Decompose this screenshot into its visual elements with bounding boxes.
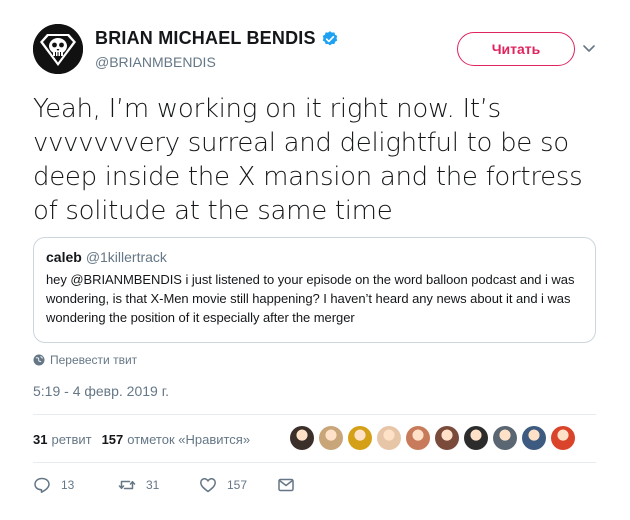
- quoted-author-handle: @1killertrack: [85, 249, 167, 265]
- quoted-tweet-header: caleb @1killertrack: [46, 248, 583, 266]
- likes-stat-count: 157: [101, 431, 124, 447]
- author-avatar[interactable]: [33, 24, 83, 74]
- liker-avatar[interactable]: [319, 426, 343, 450]
- retweet-count: 31: [146, 478, 160, 492]
- retweet-stat-count: 31: [33, 431, 48, 447]
- liker-avatar[interactable]: [464, 426, 488, 450]
- quoted-author-name: caleb: [46, 249, 82, 265]
- liker-avatar[interactable]: [377, 426, 401, 450]
- liker-avatar[interactable]: [406, 426, 430, 450]
- tweet-actions: 13 31 157: [33, 476, 333, 496]
- direct-message-action[interactable]: [277, 476, 305, 494]
- author-handle[interactable]: @BRIANMBENDIS: [95, 54, 216, 70]
- retweet-action[interactable]: 31: [118, 476, 159, 494]
- liker-avatar[interactable]: [435, 426, 459, 450]
- retweet-icon: [118, 480, 136, 490]
- likes-stat-label: отметок «Нравится»: [127, 431, 251, 447]
- tweet-stats: 31 ретвит 157 отметок «Нравится»: [33, 428, 260, 450]
- likes-stat[interactable]: 157 отметок «Нравится»: [102, 432, 251, 447]
- liker-avatar[interactable]: [290, 426, 314, 450]
- like-count: 157: [227, 478, 248, 492]
- heart-icon: [200, 478, 216, 493]
- liker-avatar[interactable]: [348, 426, 372, 450]
- author-name-row: BRIAN MICHAEL BENDIS: [95, 28, 339, 49]
- retweet-stat-label: ретвит: [51, 431, 92, 447]
- divider-top: [33, 414, 596, 415]
- reply-icon: [34, 477, 50, 493]
- follow-button[interactable]: Читать: [457, 32, 575, 66]
- globe-icon: [33, 354, 45, 366]
- reply-action[interactable]: 13: [33, 476, 74, 494]
- translate-tweet-link[interactable]: Перевести твит: [33, 353, 137, 367]
- verified-badge-icon: [322, 30, 337, 45]
- reply-count: 13: [61, 478, 75, 492]
- liker-avatar[interactable]: [522, 426, 546, 450]
- tweet-text: Yeah, I’m working on it right now. It’s …: [33, 94, 583, 226]
- quoted-tweet[interactable]: caleb @1killertrack hey @BRIANMBENDIS i j…: [33, 237, 596, 343]
- author-display-name[interactable]: BRIAN MICHAEL BENDIS: [95, 28, 316, 49]
- tweet-timestamp[interactable]: 5:19 - 4 февр. 2019 г.: [33, 383, 169, 399]
- translate-label: Перевести твит: [50, 353, 138, 367]
- quoted-tweet-text: hey @BRIANMBENDIS i just listened to you…: [46, 272, 575, 325]
- chevron-down-icon[interactable]: [581, 40, 597, 56]
- divider-bottom: [33, 462, 596, 463]
- skull-superman-logo-icon: [33, 24, 83, 74]
- envelope-icon: [278, 478, 294, 492]
- retweet-stat[interactable]: 31 ретвит: [33, 432, 92, 447]
- tweet-header: BRIAN MICHAEL BENDIS @BRIANMBENDIS Читат…: [33, 20, 603, 80]
- liker-avatar[interactable]: [551, 426, 575, 450]
- liker-avatar[interactable]: [493, 426, 517, 450]
- like-action[interactable]: 157: [199, 476, 247, 494]
- liker-avatars: [290, 426, 580, 450]
